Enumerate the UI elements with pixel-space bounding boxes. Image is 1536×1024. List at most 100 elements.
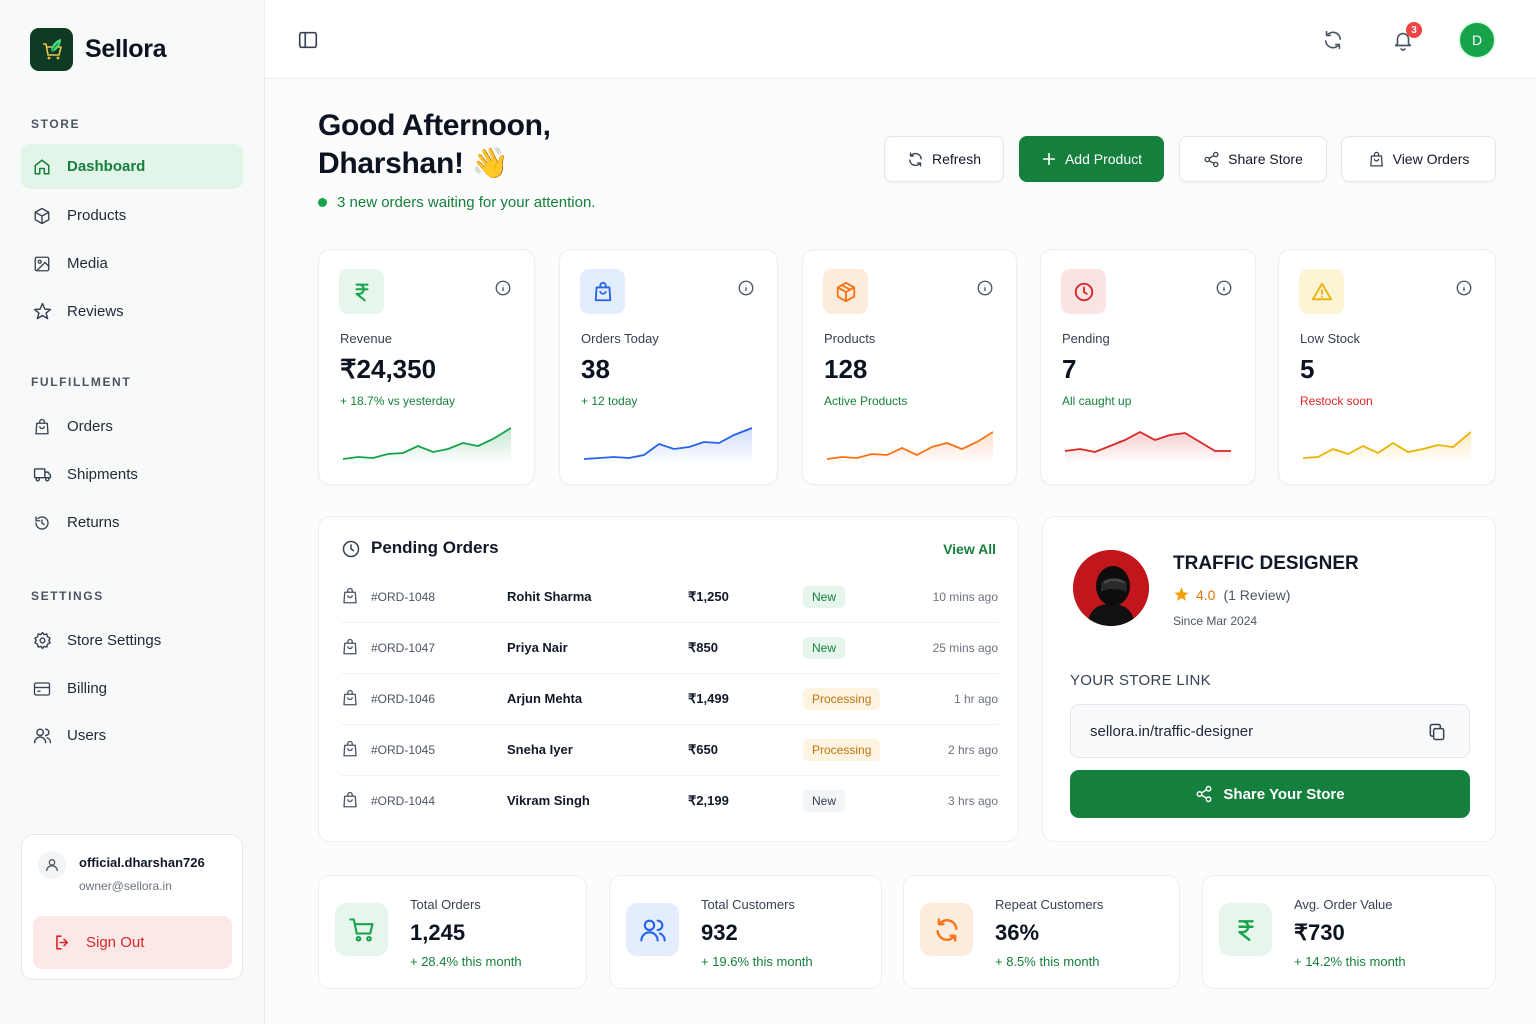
stat-label: Low Stock [1300, 331, 1360, 346]
summary-card-total-orders[interactable]: Total Orders 1,245 + 28.4% this month [318, 875, 587, 989]
sidebar-item-products[interactable]: Products [21, 193, 243, 238]
sidebar-item-returns[interactable]: Returns [21, 500, 243, 545]
sidebar-item-users[interactable]: Users [21, 713, 243, 758]
shopping-bag-icon [341, 587, 359, 610]
sign-out-label: Sign Out [86, 934, 145, 951]
summary-value: 36% [995, 920, 1040, 945]
share-store-label: Share Store [1228, 151, 1303, 167]
stat-card-orders-today[interactable]: Orders Today 38 + 12 today [559, 249, 778, 485]
sidebar-item-shipments[interactable]: Shipments [21, 452, 243, 497]
sync-button[interactable] [1320, 27, 1346, 53]
sidebar-item-billing[interactable]: Billing [21, 666, 243, 711]
table-row[interactable]: #ORD-1044 Vikram Singh ₹2,199 New 3 hrs … [341, 776, 998, 827]
add-product-label: Add Product [1064, 151, 1143, 167]
users-icon [626, 903, 679, 956]
sidebar-item-media[interactable]: Media [21, 241, 243, 286]
sparkline-revenue [343, 427, 511, 464]
share-your-store-button[interactable]: Share Your Store [1070, 770, 1470, 818]
shopping-bag-icon [341, 791, 359, 814]
sign-out-button[interactable]: Sign Out [33, 916, 232, 969]
order-time: 1 hr ago [953, 692, 998, 706]
home-icon [32, 157, 52, 177]
store-link-field[interactable]: sellora.in/traffic-designer [1070, 704, 1470, 758]
view-orders-label: View Orders [1392, 151, 1470, 167]
refresh-icon [909, 151, 922, 167]
summary-change: + 8.5% this month [995, 954, 1100, 969]
stat-card-low-stock[interactable]: Low Stock 5 Restock soon [1278, 249, 1496, 485]
stat-value: 5 [1300, 354, 1315, 384]
summary-change: + 28.4% this month [410, 954, 522, 969]
share-store-button[interactable]: Share Store [1179, 136, 1327, 182]
summary-card-repeat-customers[interactable]: Repeat Customers 36% + 8.5% this month [903, 875, 1180, 989]
image-icon [32, 254, 52, 274]
summary-card-total-customers[interactable]: Total Customers 932 + 19.6% this month [609, 875, 882, 989]
summary-value: 932 [701, 920, 738, 945]
add-product-button[interactable]: Add Product [1019, 136, 1164, 182]
stat-card-revenue[interactable]: Revenue ₹24,350 + 18.7% vs yesterday [318, 249, 535, 485]
store-name: TRAFFIC DESIGNER [1173, 553, 1359, 574]
share-your-store-label: Share Your Store [1223, 785, 1345, 803]
warning-icon [1299, 269, 1344, 314]
status-badge: New [803, 586, 846, 608]
sidebar-item-label: Dashboard [67, 158, 146, 175]
sidebar-item-label: Store Settings [67, 632, 162, 649]
user-email: owner@sellora.in [79, 879, 172, 893]
sidebar-item-label: Users [67, 727, 107, 744]
stat-subtext: Active Products [824, 394, 908, 408]
info-icon[interactable] [1455, 279, 1473, 302]
view-orders-button[interactable]: View Orders [1341, 136, 1496, 182]
sidebar-item-dashboard[interactable]: Dashboard [21, 144, 243, 189]
credit-card-icon [32, 679, 52, 699]
page-title: Good Afternoon, Dharshan! 👋 [318, 107, 551, 183]
sidebar-item-store-settings[interactable]: Store Settings [21, 618, 243, 663]
review-count: (1 Review) [1223, 586, 1291, 603]
rating-score: 4.0 [1196, 586, 1216, 603]
gear-icon [32, 631, 52, 651]
star-icon [32, 302, 52, 322]
order-id: #ORD-1045 [371, 743, 436, 757]
order-amount: ₹2,199 [688, 793, 729, 808]
sidebar-toggle-button[interactable] [296, 28, 320, 52]
store-since: Since Mar 2024 [1173, 614, 1258, 628]
refresh-button[interactable]: Refresh [884, 136, 1004, 182]
stat-card-products[interactable]: Products 128 Active Products [802, 249, 1017, 485]
stat-subtext: Restock soon [1300, 394, 1373, 408]
copy-icon[interactable] [1427, 722, 1447, 747]
stat-card-pending[interactable]: Pending 7 All caught up [1040, 249, 1256, 485]
view-all-link[interactable]: View All [943, 541, 996, 557]
sparkline-orders [584, 427, 752, 464]
table-row[interactable]: #ORD-1047 Priya Nair ₹850 New 25 mins ag… [341, 623, 998, 674]
info-icon[interactable] [494, 279, 512, 302]
sidebar-item-reviews[interactable]: Reviews [21, 289, 243, 334]
sidebar: Sellora STORE Dashboard Products Media R… [0, 0, 265, 1024]
stat-value: 38 [581, 354, 610, 384]
section-label-settings: SETTINGS [31, 589, 104, 603]
sparkline-low-stock [1303, 431, 1471, 464]
clock-icon [341, 539, 361, 564]
table-row[interactable]: #ORD-1048 Rohit Sharma ₹1,250 New 10 min… [341, 572, 998, 623]
sidebar-item-orders[interactable]: Orders [21, 404, 243, 449]
table-row[interactable]: #ORD-1045 Sneha Iyer ₹650 Processing 2 h… [341, 725, 998, 776]
avatar[interactable]: D [1458, 21, 1496, 59]
order-id: #ORD-1048 [371, 590, 436, 604]
info-icon[interactable] [737, 279, 755, 302]
brand[interactable]: Sellora [30, 28, 167, 71]
order-time: 3 hrs ago [947, 794, 998, 808]
info-icon[interactable] [1215, 279, 1233, 302]
logout-icon [56, 935, 69, 950]
greeting-line-1: Good Afternoon, [318, 109, 551, 142]
summary-value: ₹730 [1294, 920, 1345, 945]
user-icon [38, 851, 66, 879]
shopping-bag-icon [341, 689, 359, 712]
share-icon [1204, 151, 1219, 167]
store-rating: 4.0 (1 Review) [1173, 586, 1290, 603]
summary-label: Avg. Order Value [1294, 897, 1393, 912]
summary-card-avg-order-value[interactable]: Avg. Order Value ₹730 + 14.2% this month [1202, 875, 1496, 989]
table-row[interactable]: #ORD-1046 Arjun Mehta ₹1,499 Processing … [341, 674, 998, 725]
status-badge: New [803, 790, 846, 812]
order-amount: ₹1,499 [688, 691, 729, 706]
info-icon[interactable] [976, 279, 994, 302]
store-avatar[interactable] [1073, 550, 1149, 626]
rupee-icon [1219, 903, 1272, 956]
user-name: official.dharshan726 [79, 855, 205, 870]
